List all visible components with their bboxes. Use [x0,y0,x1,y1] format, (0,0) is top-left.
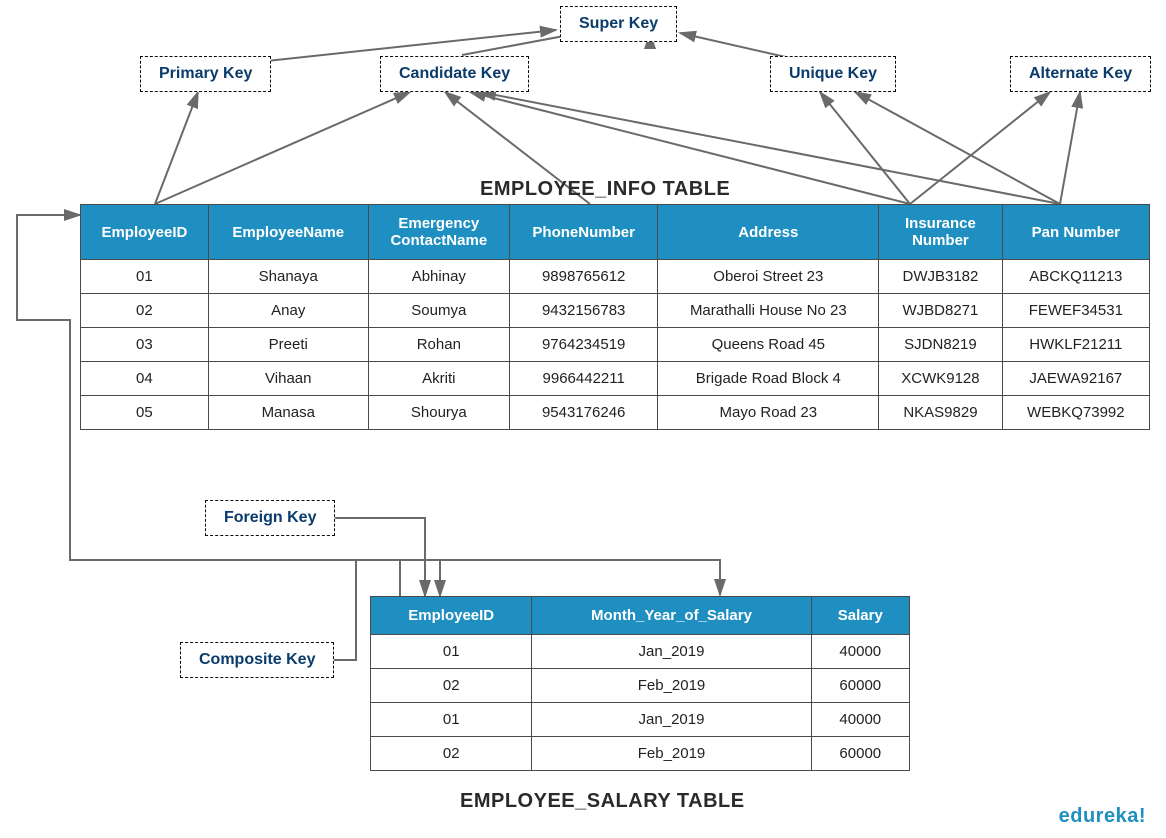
table-cell: Oberoi Street 23 [658,260,879,294]
column-header: EmployeeName [208,205,368,260]
table-row: 04VihaanAkriti9966442211Brigade Road Blo… [81,362,1150,396]
table-cell: Shanaya [208,260,368,294]
table-row: 01Jan_201940000 [371,635,910,669]
unique-key-box: Unique Key [770,56,896,92]
table-cell: Manasa [208,396,368,430]
table-cell: 02 [371,669,532,703]
table-row: 05ManasaShourya9543176246Mayo Road 23NKA… [81,396,1150,430]
table-cell: Preeti [208,328,368,362]
column-header: Address [658,205,879,260]
table-cell: Vihaan [208,362,368,396]
table-cell: 9432156783 [509,294,657,328]
table-cell: 9543176246 [509,396,657,430]
table-cell: DWJB3182 [879,260,1002,294]
table-cell: 05 [81,396,209,430]
table-cell: Feb_2019 [532,737,811,771]
table-row: 02AnaySoumya9432156783Marathalli House N… [81,294,1150,328]
table-cell: Shourya [368,396,509,430]
table-row: 02Feb_201960000 [371,737,910,771]
table-cell: 60000 [811,737,909,771]
table-row: 02Feb_201960000 [371,669,910,703]
table-cell: SJDN8219 [879,328,1002,362]
table-cell: Queens Road 45 [658,328,879,362]
column-header: InsuranceNumber [879,205,1002,260]
column-header: EmployeeID [81,205,209,260]
table-cell: 9966442211 [509,362,657,396]
composite-key-box: Composite Key [180,642,334,678]
table-cell: 40000 [811,635,909,669]
candidate-key-box: Candidate Key [380,56,529,92]
table-cell: Abhinay [368,260,509,294]
alternate-key-box: Alternate Key [1010,56,1151,92]
foreign-key-box: Foreign Key [205,500,335,536]
table-cell: 9898765612 [509,260,657,294]
employee-salary-title: EMPLOYEE_SALARY TABLE [460,790,745,813]
table-cell: Jan_2019 [532,635,811,669]
table-cell: Anay [208,294,368,328]
employee-info-table: EmployeeIDEmployeeNameEmergencyContactNa… [80,204,1150,430]
table-cell: Soumya [368,294,509,328]
table-cell: Marathalli House No 23 [658,294,879,328]
table-cell: 01 [371,635,532,669]
table-cell: Feb_2019 [532,669,811,703]
table-cell: 9764234519 [509,328,657,362]
table-cell: Jan_2019 [532,703,811,737]
employee-info-title: EMPLOYEE_INFO TABLE [480,178,730,201]
primary-key-box: Primary Key [140,56,271,92]
column-header: Salary [811,597,909,635]
table-cell: JAEWA92167 [1002,362,1149,396]
table-cell: 01 [371,703,532,737]
column-header: Month_Year_of_Salary [532,597,811,635]
table-cell: NKAS9829 [879,396,1002,430]
table-cell: XCWK9128 [879,362,1002,396]
employee-salary-table: EmployeeIDMonth_Year_of_SalarySalary01Ja… [370,596,910,771]
table-row: 01Jan_201940000 [371,703,910,737]
table-cell: WEBKQ73992 [1002,396,1149,430]
table-cell: ABCKQ11213 [1002,260,1149,294]
table-cell: 04 [81,362,209,396]
watermark-logo: edureka! [1059,805,1146,828]
column-header: EmployeeID [371,597,532,635]
table-cell: WJBD8271 [879,294,1002,328]
table-cell: Brigade Road Block 4 [658,362,879,396]
column-header: EmergencyContactName [368,205,509,260]
table-cell: Akriti [368,362,509,396]
table-cell: Mayo Road 23 [658,396,879,430]
column-header: Pan Number [1002,205,1149,260]
table-cell: 01 [81,260,209,294]
table-cell: 02 [371,737,532,771]
super-key-box: Super Key [560,6,677,42]
column-header: PhoneNumber [509,205,657,260]
table-cell: HWKLF21211 [1002,328,1149,362]
table-row: 03PreetiRohan9764234519Queens Road 45SJD… [81,328,1150,362]
table-cell: 03 [81,328,209,362]
table-row: 01ShanayaAbhinay9898765612Oberoi Street … [81,260,1150,294]
table-cell: FEWEF34531 [1002,294,1149,328]
table-cell: 40000 [811,703,909,737]
table-cell: 60000 [811,669,909,703]
table-cell: Rohan [368,328,509,362]
table-cell: 02 [81,294,209,328]
